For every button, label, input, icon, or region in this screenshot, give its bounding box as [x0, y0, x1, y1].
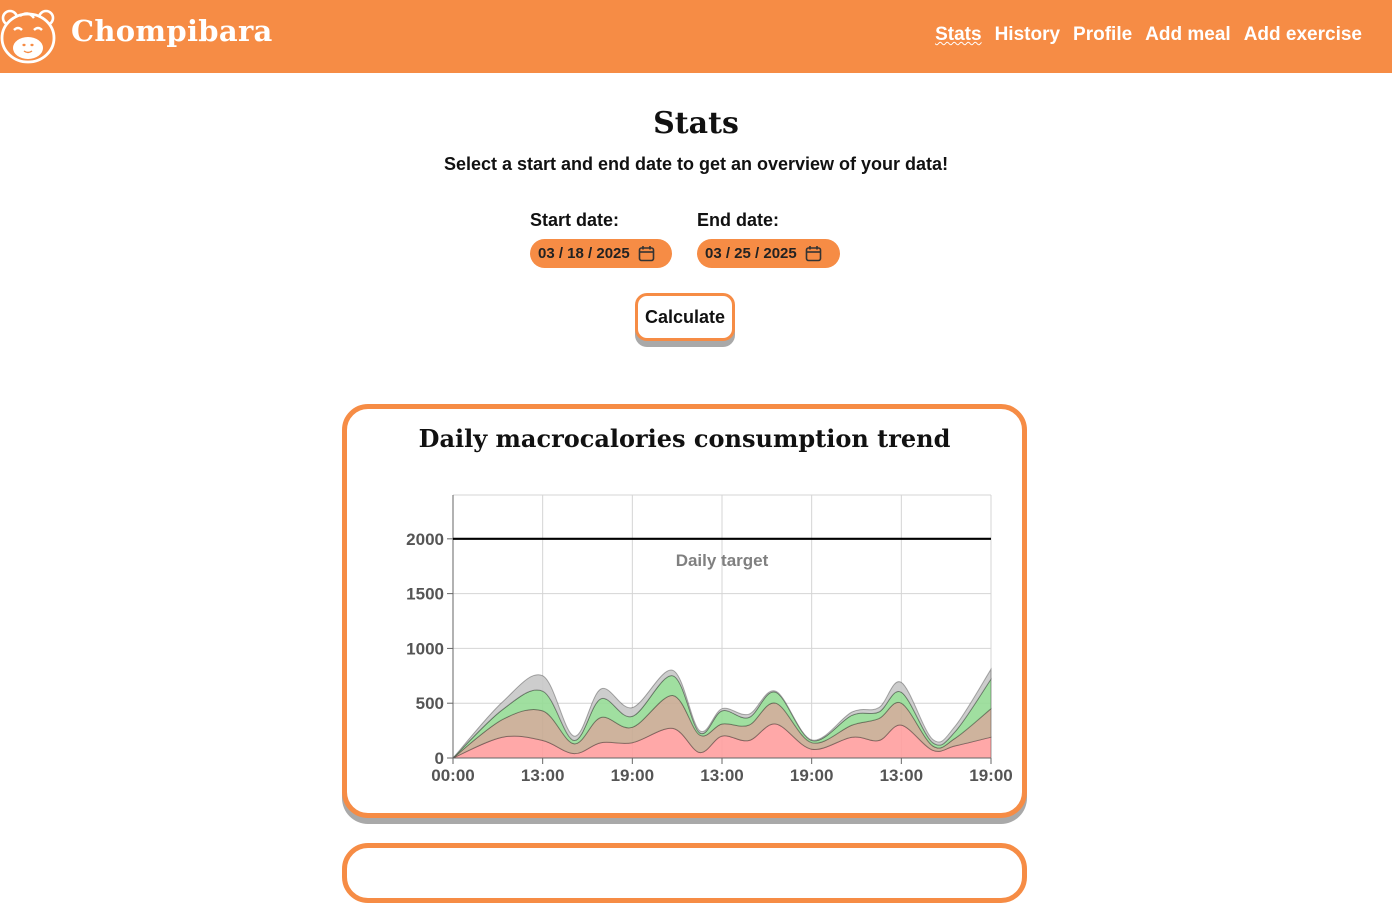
- y-tick-label: 500: [416, 694, 444, 713]
- x-tick-label: 13:00: [521, 766, 564, 785]
- daily-target-label: Daily target: [676, 551, 769, 570]
- app-name[interactable]: Chompibara: [71, 14, 273, 48]
- x-tick-label: 19:00: [969, 766, 1012, 785]
- x-tick-label: 19:00: [790, 766, 833, 785]
- nav-link-stats[interactable]: Stats: [935, 24, 981, 46]
- calendar-icon[interactable]: [638, 245, 655, 262]
- end-date-value: 03 / 25 / 2025: [705, 245, 797, 262]
- start-date-value: 03 / 18 / 2025: [538, 245, 630, 262]
- page-title: Stats: [653, 106, 739, 141]
- macrocalories-area-chart: 050010001500200000:00 13:00 19:00 13:00 19:0…: [406, 494, 1013, 785]
- main-nav: Stats History Profile Add meal Add exerc…: [935, 24, 1362, 46]
- x-tick-label: 13:00: [700, 766, 743, 785]
- nav-link-add-exercise[interactable]: Add exercise: [1244, 24, 1362, 46]
- start-date-field: Start date: 03 / 18 / 2025: [530, 210, 672, 268]
- nav-link-history[interactable]: History: [995, 24, 1060, 46]
- x-tick-label: 19:00: [611, 766, 654, 785]
- start-date-input[interactable]: 03 / 18 / 2025: [530, 239, 672, 268]
- top-navbar: Chompibara Stats History Profile Add mea…: [0, 0, 1392, 73]
- next-chart-card: [342, 843, 1027, 903]
- end-date-label: End date:: [697, 210, 780, 230]
- nav-link-profile[interactable]: Profile: [1073, 24, 1132, 46]
- macrocalories-chart-card: Daily macrocalories consumption trend 05…: [342, 404, 1027, 818]
- capybara-logo-icon[interactable]: [0, 8, 58, 64]
- x-tick-label: 00:00: [431, 766, 474, 785]
- x-tick-label: 13:00: [880, 766, 923, 785]
- page-subtitle: Select a start and end date to get an ov…: [443, 154, 949, 174]
- calendar-icon[interactable]: [805, 245, 822, 262]
- start-date-label: Start date:: [530, 210, 620, 230]
- nav-link-add-meal[interactable]: Add meal: [1145, 24, 1231, 46]
- y-tick-label: 1500: [406, 585, 444, 604]
- y-tick-label: 1000: [406, 639, 444, 658]
- end-date-input[interactable]: 03 / 25 / 2025: [697, 239, 840, 268]
- y-tick-label: 2000: [406, 530, 444, 549]
- calculate-button[interactable]: Calculate: [635, 293, 735, 341]
- end-date-field: End date: 03 / 25 / 2025: [697, 210, 840, 268]
